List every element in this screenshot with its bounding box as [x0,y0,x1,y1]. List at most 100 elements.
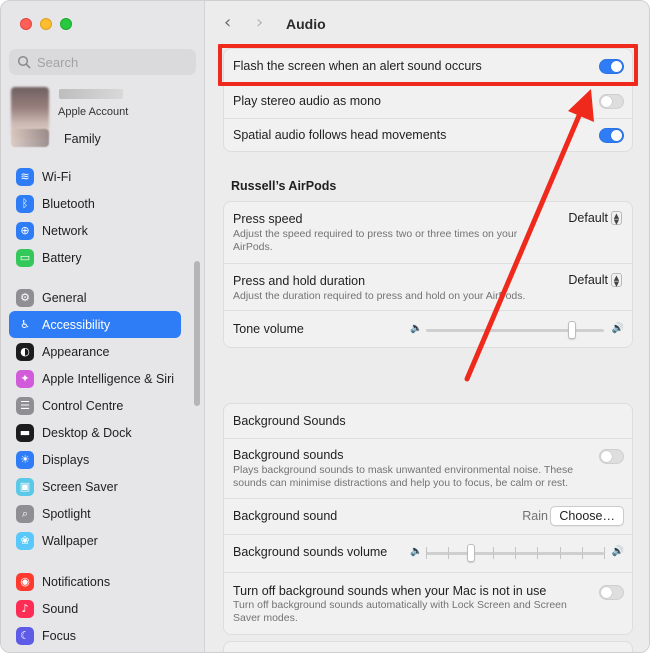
spatial-audio-toggle[interactable] [599,128,624,143]
toolbar: ‹ › Audio [206,1,649,45]
sidebar-item-desktop-dock[interactable]: ▬ Desktop & Dock [9,419,181,446]
slider-knob[interactable] [466,544,475,562]
sidebar-item-control-centre[interactable]: ☰ Control Centre [9,392,181,419]
sidebar-item-wi-fi[interactable]: ≋ Wi-Fi [9,163,181,190]
bluetooth-icon: ᛒ [16,194,34,213]
minimize-button[interactable] [40,18,52,30]
sidebar-item-notifications[interactable]: ◉ Notifications [9,568,181,595]
sidebar-group-notifications: ◉ Notifications ♪ Sound ☾ Focus [9,568,181,649]
speaker-high-icon: 🔊 [611,546,624,557]
press-hold-value: Default [568,273,608,287]
window-controls [20,18,72,30]
account-name-redacted [59,89,123,99]
sidebar-item-label: Notifications [42,574,111,589]
press-hold-description: Adjust the duration required to press an… [233,290,526,302]
slider-knob[interactable] [567,321,576,339]
apple-account-label: Apple Account [58,106,129,118]
sidebar-item-label: Network [42,223,88,238]
background-sounds-label: Background sounds [233,448,344,462]
settings-window: Apple Account Family ≋ Wi-Fi ᛒ Bluetooth ⊕ Ne… [0,0,650,653]
sidebar-item-appearance[interactable]: ◐ Appearance [9,338,181,365]
background-sounds-toggle[interactable] [599,449,624,464]
sidebar: Apple Account Family ≋ Wi-Fi ᛒ Bluetooth ⊕ Ne… [1,1,205,652]
background-sound-value: Rain [522,509,548,523]
next-card-partial [223,641,633,652]
sidebar-item-sound[interactable]: ♪ Sound [9,595,181,622]
annotation-highlight-box [218,44,638,86]
speaker-high-icon: 🔊 [611,323,624,334]
turn-off-toggle[interactable] [599,585,624,600]
press-hold-popup[interactable]: Default ▲ ▼ [568,273,622,288]
mono-audio-label: Play stereo audio as mono [233,94,382,108]
notifications-icon: ◉ [16,572,34,591]
background-volume-row: Background sounds volume 🔈 🔊 [224,534,632,572]
back-chevron-icon[interactable]: ‹ [224,14,240,32]
background-sounds-header-row: Background Sounds [224,404,632,438]
wallpaper-icon: ❀ [16,531,34,550]
mono-audio-toggle[interactable] [599,94,624,109]
background-sounds-description: Plays background sounds to mask unwanted… [233,464,574,489]
background-sounds-card: Background Sounds Background sounds Play… [223,403,633,635]
background-sound-label: Background sound [233,509,338,523]
close-button[interactable] [20,18,32,30]
family-label[interactable]: Family [64,132,101,146]
sidebar-item-bluetooth[interactable]: ᛒ Bluetooth [9,190,181,217]
sidebar-item-label: Desktop & Dock [42,425,132,440]
press-hold-label: Press and hold duration [233,274,366,288]
siri-icon: ✦ [16,369,34,388]
spatial-audio-label: Spatial audio follows head movements [233,128,447,142]
sidebar-item-label: Wi-Fi [42,169,72,184]
press-hold-row: Press and hold duration Adjust the durat… [224,263,632,310]
sidebar-item-label: Screen Saver [42,479,118,494]
tone-volume-label: Tone volume [233,322,304,336]
sidebar-item-label: Focus [42,628,77,643]
sidebar-item-screen-saver[interactable]: ▣ Screen Saver [9,473,181,500]
sidebar-item-wallpaper[interactable]: ❀ Wallpaper [9,527,181,554]
sidebar-item-general[interactable]: ⚙ General [9,284,181,311]
turn-off-label: Turn off background sounds when your Mac… [233,584,547,598]
sidebar-item-accessibility[interactable]: ♿ Accessibility [9,311,181,338]
background-sounds-header: Background Sounds [233,414,346,428]
sidebar-item-label: Appearance [42,344,110,359]
choose-button[interactable]: Choose… [550,506,624,526]
sidebar-item-network[interactable]: ⊕ Network [9,217,181,244]
background-volume-label: Background sounds volume [233,545,388,559]
tone-volume-row: Tone volume 🔈 🔊 [224,310,632,348]
speaker-low-icon: 🔈 [410,546,423,557]
sidebar-item-label: General [42,290,87,305]
sidebar-item-label: Apple Intelligence & Siri [42,371,175,386]
sidebar-scrollbar[interactable] [194,261,200,406]
background-volume-slider[interactable]: 🔈 🔊 [410,544,624,562]
slider-ticks [426,547,605,559]
network-globe-icon: ⊕ [16,221,34,240]
screen-saver-icon: ▣ [16,477,34,496]
sidebar-item-label: Sound [42,601,79,616]
search-input[interactable] [37,54,187,70]
focus-moon-icon: ☾ [16,626,34,645]
sidebar-item-label: Spotlight [42,506,91,521]
tone-volume-slider[interactable]: 🔈 🔊 [410,321,624,339]
turn-off-description: Turn off background sounds automatically… [233,599,567,624]
search-field[interactable] [9,49,196,75]
airpods-section-title: Russell’s AirPods [231,179,337,193]
sidebar-item-battery[interactable]: ▭ Battery [9,244,181,271]
speaker-low-icon: 🔈 [410,323,423,334]
wifi-icon: ≋ [16,167,34,186]
zoom-button[interactable] [60,18,72,30]
spotlight-icon: ⌕ [16,504,34,523]
sidebar-item-label: Accessibility [42,317,111,332]
sidebar-item-label: Bluetooth [42,196,95,211]
press-speed-description: Adjust the speed required to press two o… [233,228,518,253]
press-speed-row: Press speed Adjust the speed required to… [224,202,632,263]
forward-chevron-icon[interactable]: › [256,14,272,32]
sidebar-group-connectivity: ≋ Wi-Fi ᛒ Bluetooth ⊕ Network ▭ Battery [9,163,181,271]
press-speed-popup[interactable]: Default ▲ ▼ [568,211,622,226]
sidebar-item-focus[interactable]: ☾ Focus [9,622,181,649]
sidebar-item-apple-intelligence-siri[interactable]: ✦ Apple Intelligence & Siri [9,365,181,392]
sidebar-item-spotlight[interactable]: ⌕ Spotlight [9,500,181,527]
family-avatars-icon [11,129,49,147]
sidebar-item-displays[interactable]: ☀ Displays [9,446,181,473]
turn-off-row: Turn off background sounds when your Mac… [224,572,632,634]
accessibility-icon: ♿ [16,315,34,334]
battery-icon: ▭ [16,248,34,267]
